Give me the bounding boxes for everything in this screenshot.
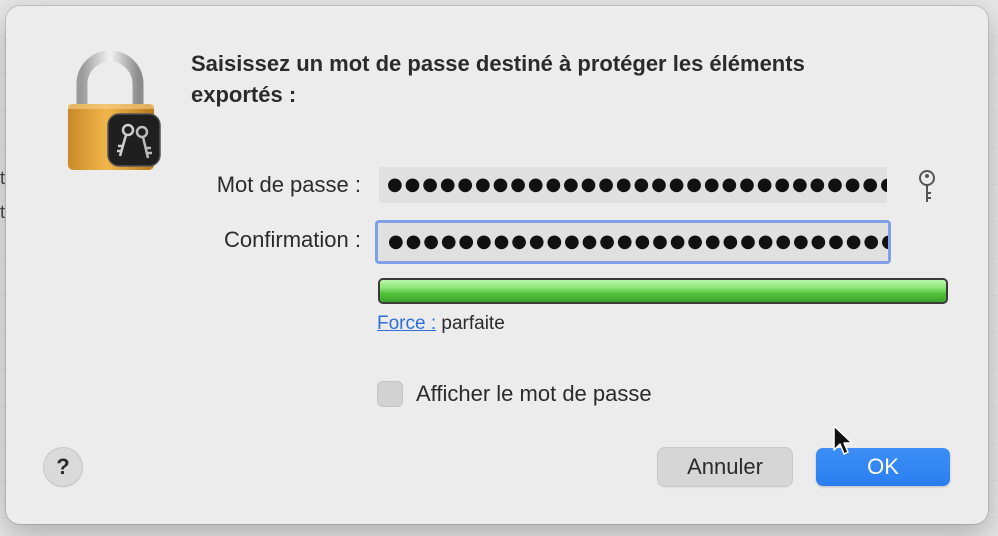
mouse-cursor-icon	[833, 425, 853, 455]
lock-keychain-icon	[68, 50, 161, 170]
password-strength-meter	[378, 278, 948, 304]
help-button[interactable]: ?	[44, 448, 82, 486]
confirmation-field-value: ●●●●●●●●●●●●●●●●●●●●●●●●●●●●●●	[388, 231, 891, 252]
confirmation-label: Confirmation :	[224, 227, 361, 252]
strength-value: parfaite	[441, 313, 505, 334]
password-field-value: ●●●●●●●●●●●●●●●●●●●●●●●●●●●●●●	[387, 174, 887, 195]
key-icon[interactable]	[916, 169, 938, 205]
dialog-title: Saisissez un mot de passe destiné à prot…	[191, 51, 805, 107]
confirmation-field[interactable]: ●●●●●●●●●●●●●●●●●●●●●●●●●●●●●●	[375, 220, 891, 264]
strength-row: Force : parfaite	[377, 313, 505, 335]
show-password-label[interactable]: Afficher le mot de passe	[416, 381, 652, 407]
background-text-fragment: t	[0, 168, 6, 188]
show-password-checkbox[interactable]	[377, 381, 403, 407]
password-label: Mot de passe :	[216, 172, 361, 197]
strength-link[interactable]: Force :	[377, 313, 436, 334]
background-text-fragment: t	[0, 202, 6, 222]
cancel-button[interactable]: Annuler	[658, 448, 792, 486]
password-field[interactable]: ●●●●●●●●●●●●●●●●●●●●●●●●●●●●●●	[379, 167, 887, 203]
export-password-dialog: Saisissez un mot de passe destiné à prot…	[6, 6, 988, 524]
password-strength-meter-fill	[380, 280, 946, 302]
